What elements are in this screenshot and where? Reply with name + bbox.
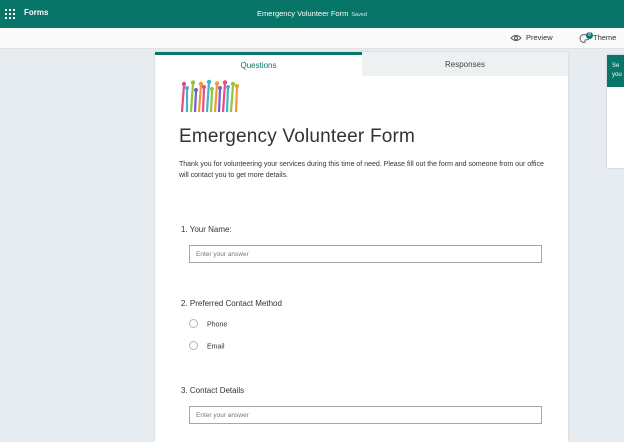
option-phone-label: Phone	[207, 321, 228, 329]
radio-button[interactable]	[189, 341, 198, 350]
form-tabs: Questions Responses	[155, 52, 568, 76]
side-panel: Se you	[607, 55, 624, 168]
app-header: Forms Emergency Volunteer Form Saved	[0, 0, 624, 28]
form-title[interactable]: Emergency Volunteer Form	[179, 126, 415, 148]
form-description[interactable]: Thank you for volunteering your services…	[179, 160, 549, 181]
tab-responses[interactable]: Responses	[362, 52, 568, 76]
preview-label: Preview	[526, 33, 553, 42]
side-panel-header[interactable]: Se you	[607, 55, 624, 87]
tab-questions[interactable]: Questions	[155, 52, 362, 76]
theme-button[interactable]: 8 Theme	[579, 32, 616, 44]
raised-hands-banner	[180, 79, 239, 112]
contact-details-input[interactable]	[189, 406, 542, 424]
theme-label: Theme	[593, 33, 617, 42]
option-email[interactable]: Email	[189, 341, 225, 352]
option-phone[interactable]: Phone	[189, 319, 228, 330]
form-card: Questions Responses Emergency Volunteer …	[155, 52, 568, 442]
save-status: Saved	[351, 12, 367, 18]
question-2-label[interactable]: 2. Preferred Contact Method	[181, 299, 282, 308]
theme-badge: 8	[586, 32, 593, 40]
eye-icon	[510, 35, 522, 41]
document-title[interactable]: Emergency Volunteer Form	[257, 9, 348, 18]
your-name-input[interactable]	[189, 245, 542, 263]
radio-button[interactable]	[189, 319, 198, 328]
option-email-label: Email	[207, 343, 225, 351]
preview-button[interactable]: Preview	[510, 32, 553, 44]
document-title-area: Emergency Volunteer Form Saved	[0, 9, 624, 18]
question-3-label[interactable]: 3. Contact Details	[181, 386, 244, 395]
palette-icon: 8	[579, 32, 593, 43]
question-1-label[interactable]: 1. Your Name:	[181, 225, 232, 234]
form-toolbar: Preview 8 Theme	[0, 28, 624, 49]
